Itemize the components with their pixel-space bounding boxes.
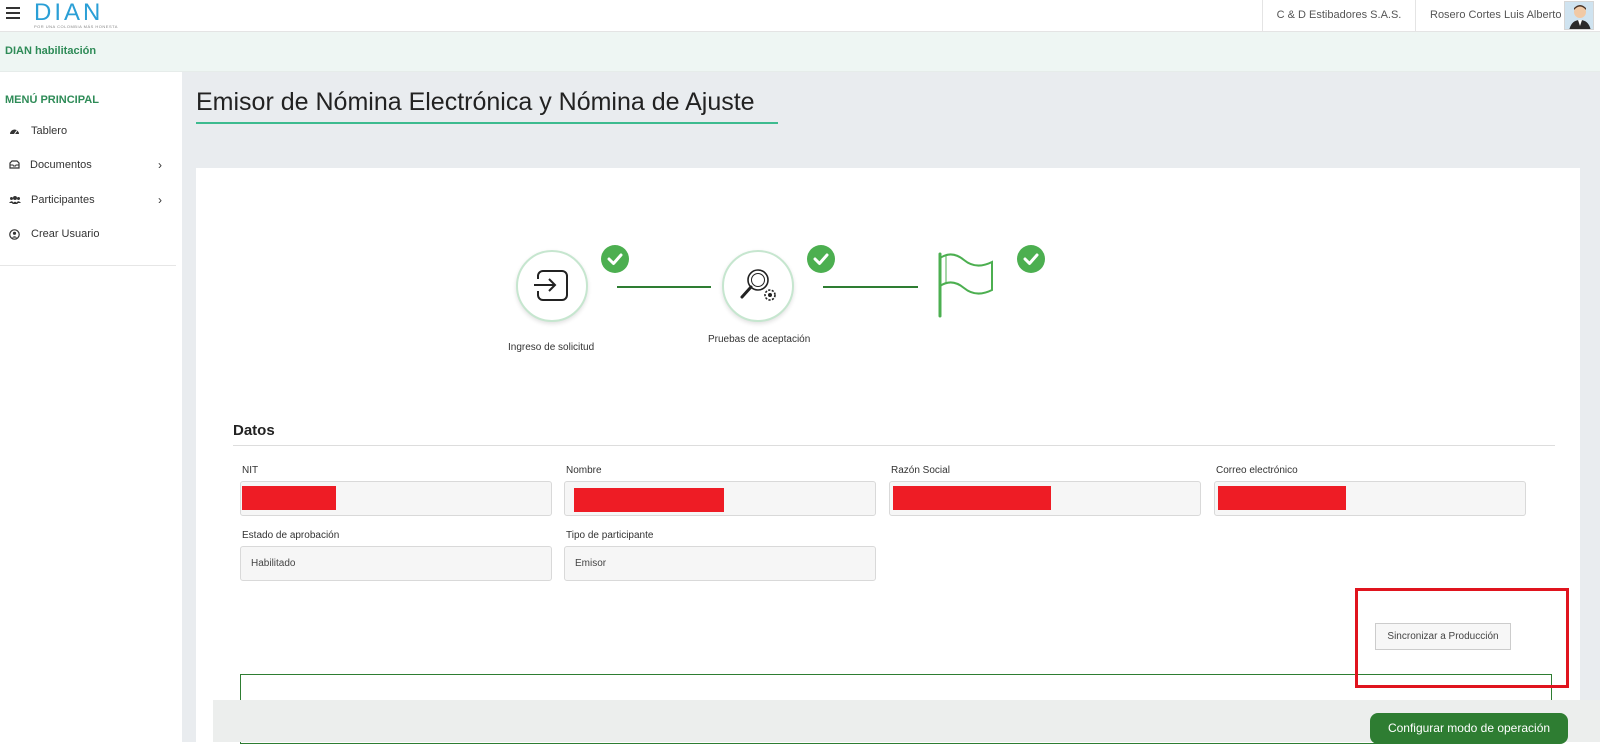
tipo-participante-field[interactable]: Emisor bbox=[564, 546, 876, 581]
search-gear-icon bbox=[740, 269, 776, 301]
sidebar-divider bbox=[0, 265, 176, 266]
configure-mode-button[interactable]: Configurar modo de operación bbox=[1370, 713, 1568, 744]
step-connector bbox=[823, 286, 918, 288]
logo-subtitle: POR UNA COLOMBIA MÁS HONESTA bbox=[34, 24, 118, 29]
redaction-block bbox=[893, 486, 1051, 510]
inbox-icon bbox=[9, 160, 20, 170]
sidebar-item-participantes[interactable]: Participantes › bbox=[0, 185, 176, 215]
tipo-participante-label: Tipo de participante bbox=[566, 530, 654, 541]
step-connector bbox=[617, 286, 711, 288]
users-icon bbox=[9, 195, 21, 205]
page-title: Emisor de Nómina Electrónica y Nómina de… bbox=[196, 88, 755, 116]
step-3-check-icon bbox=[1017, 245, 1045, 273]
chevron-right-icon: › bbox=[158, 193, 162, 207]
user-name[interactable]: Rosero Cortes Luis Alberto bbox=[1430, 0, 1561, 31]
sidebar-item-label: Crear Usuario bbox=[31, 228, 100, 240]
logo-text: DIAN bbox=[34, 0, 104, 26]
sub-header: DIAN habilitación bbox=[0, 32, 1600, 72]
dian-logo[interactable]: DIAN POR UNA COLOMBIA MÁS HONESTA bbox=[34, 0, 124, 30]
page-title-underline bbox=[196, 122, 778, 124]
menu-title: MENÚ PRINCIPAL bbox=[5, 94, 99, 106]
flag-icon bbox=[934, 250, 996, 320]
razon-social-field[interactable] bbox=[889, 481, 1201, 516]
nombre-field[interactable] bbox=[564, 481, 876, 516]
sidebar-item-crear-usuario[interactable]: Crear Usuario bbox=[0, 219, 176, 249]
redaction-block bbox=[242, 486, 336, 510]
top-bar: DIAN POR UNA COLOMBIA MÁS HONESTA C & D … bbox=[0, 0, 1600, 32]
company-name[interactable]: C & D Estibadores S.A.S. bbox=[1262, 0, 1416, 31]
sidebar-item-label: Tablero bbox=[31, 125, 68, 137]
nombre-label: Nombre bbox=[566, 465, 602, 476]
correo-field[interactable] bbox=[1214, 481, 1526, 516]
dashboard-icon bbox=[9, 126, 20, 136]
user-circle-icon bbox=[9, 229, 20, 240]
step-1-label: Ingreso de solicitud bbox=[508, 342, 595, 353]
redaction-block bbox=[1218, 486, 1346, 510]
hamburger-menu-icon[interactable] bbox=[6, 7, 20, 21]
datos-title: Datos bbox=[233, 422, 275, 439]
step-2-check-icon bbox=[807, 245, 835, 273]
sidebar-item-label: Participantes bbox=[31, 194, 95, 206]
environment-title: DIAN habilitación bbox=[5, 45, 97, 57]
razon-social-label: Razón Social bbox=[891, 465, 950, 476]
step-ingreso bbox=[516, 250, 588, 322]
nit-field[interactable] bbox=[240, 481, 552, 516]
sidebar-item-label: Documentos bbox=[30, 159, 92, 171]
chevron-right-icon: › bbox=[158, 158, 162, 172]
sign-in-icon bbox=[532, 270, 568, 301]
avatar[interactable] bbox=[1564, 1, 1594, 30]
nit-label: NIT bbox=[242, 465, 259, 476]
step-2-label: Pruebas de aceptación bbox=[708, 334, 811, 345]
step-pruebas bbox=[722, 250, 794, 322]
sync-production-button[interactable]: Sincronizar a Producción bbox=[1375, 623, 1511, 650]
correo-label: Correo electrónico bbox=[1216, 465, 1298, 476]
sidebar-item-tablero[interactable]: Tablero bbox=[0, 116, 176, 146]
estado-field[interactable]: Habilitado bbox=[240, 546, 552, 581]
sidebar-item-documentos[interactable]: Documentos › bbox=[0, 150, 176, 180]
sidebar: MENÚ PRINCIPAL Tablero Documentos › Part… bbox=[0, 72, 182, 742]
estado-label: Estado de aprobación bbox=[242, 530, 340, 541]
redaction-block bbox=[574, 488, 724, 512]
step-1-check-icon bbox=[601, 245, 629, 273]
datos-divider bbox=[233, 445, 1555, 446]
